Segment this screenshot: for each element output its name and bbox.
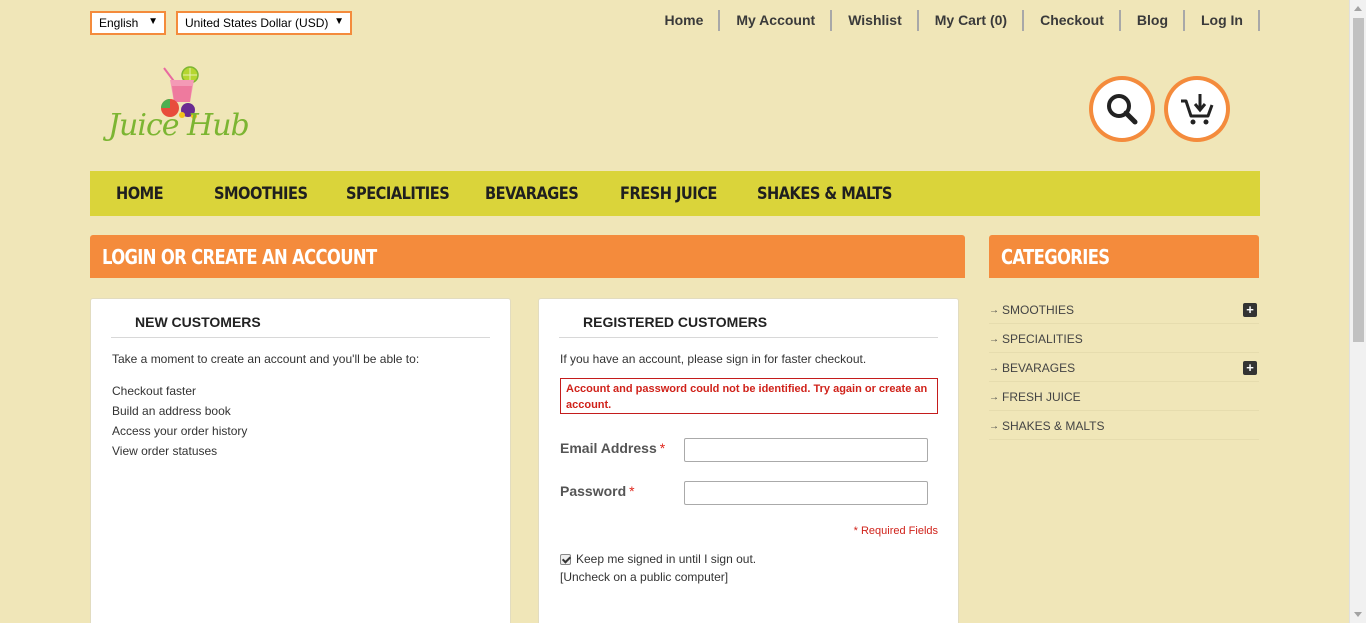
- password-label: Password *: [560, 483, 635, 499]
- top-link-my-account[interactable]: My Account: [720, 10, 833, 31]
- password-field[interactable]: [684, 481, 928, 505]
- scroll-down-icon[interactable]: [1354, 612, 1362, 617]
- new-customers-title: NEW CUSTOMERS: [111, 314, 490, 338]
- registered-customers-panel: REGISTERED CUSTOMERS If you have an acco…: [538, 298, 959, 623]
- benefits-list: Checkout faster Build an address book Ac…: [112, 381, 247, 461]
- new-customers-intro: Take a moment to create an account and y…: [112, 352, 420, 366]
- scroll-up-icon[interactable]: [1354, 6, 1362, 11]
- category-item-specialities[interactable]: → SPECIALITIES: [989, 324, 1259, 353]
- email-field[interactable]: [684, 438, 928, 462]
- search-button[interactable]: [1089, 76, 1155, 142]
- email-label-text: Email Address: [560, 440, 657, 456]
- top-link-home[interactable]: Home: [648, 10, 721, 31]
- required-marker: *: [629, 483, 635, 499]
- top-link-wishlist[interactable]: Wishlist: [832, 10, 919, 31]
- category-label: FRESH JUICE: [1002, 390, 1081, 404]
- language-value: English: [99, 16, 139, 30]
- arrow-right-icon: →: [989, 362, 999, 374]
- arrow-right-icon: →: [989, 333, 999, 345]
- category-item-smoothies[interactable]: → SMOOTHIES +: [989, 295, 1259, 324]
- category-label: SHAKES & MALTS: [1002, 419, 1105, 433]
- category-label: BEVARAGES: [1002, 361, 1076, 375]
- nav-fresh-juice[interactable]: FRESH JUICE: [620, 184, 717, 204]
- top-link-log-in[interactable]: Log In: [1185, 10, 1260, 31]
- page-scrollbar[interactable]: [1349, 0, 1366, 623]
- top-links: Home My Account Wishlist My Cart (0) Che…: [648, 10, 1260, 31]
- remember-me-checkbox[interactable]: [560, 553, 571, 565]
- search-icon: [1107, 94, 1138, 125]
- top-link-my-cart[interactable]: My Cart (0): [919, 10, 1025, 31]
- cart-download-icon: [1181, 94, 1214, 125]
- plus-icon[interactable]: +: [1243, 361, 1257, 375]
- categories-list: → SMOOTHIES + → SPECIALITIES → BEVARAGES…: [989, 295, 1259, 440]
- category-item-shakes-malts[interactable]: → SHAKES & MALTS: [989, 411, 1259, 440]
- currency-select[interactable]: United States Dollar (USD) ▼: [176, 11, 352, 35]
- page-title-text: LOGIN OR CREATE AN ACCOUNT: [102, 245, 377, 269]
- nav-specialities[interactable]: SPECIALITIES: [346, 184, 450, 204]
- arrow-right-icon: →: [989, 304, 999, 316]
- nav-bevarages[interactable]: BEVARAGES: [485, 184, 579, 204]
- arrow-right-icon: →: [989, 420, 999, 432]
- chevron-down-icon: ▼: [334, 16, 344, 27]
- nav-smoothies[interactable]: SMOOTHIES: [214, 184, 308, 204]
- nav-home[interactable]: HOME: [116, 184, 164, 204]
- remember-me-row: Keep me signed in until I sign out.: [560, 552, 756, 566]
- new-customers-panel: NEW CUSTOMERS Take a moment to create an…: [90, 298, 511, 623]
- public-computer-note: [Uncheck on a public computer]: [560, 570, 729, 584]
- list-item: View order statuses: [112, 444, 218, 458]
- password-label-text: Password: [560, 483, 627, 499]
- language-select[interactable]: English ▼: [90, 11, 166, 35]
- arrow-right-icon: →: [989, 391, 999, 403]
- main-nav: HOME SMOOTHIES SPECIALITIES BEVARAGES FR…: [90, 171, 1260, 216]
- logo-text: Juice Hub: [108, 108, 250, 143]
- email-label: Email Address *: [560, 440, 665, 456]
- chevron-down-icon: ▼: [148, 16, 158, 27]
- remember-me-label[interactable]: Keep me signed in until I sign out.: [576, 552, 756, 566]
- category-item-fresh-juice[interactable]: → FRESH JUICE: [989, 382, 1259, 411]
- category-item-bevarages[interactable]: → BEVARAGES +: [989, 353, 1259, 382]
- top-link-checkout[interactable]: Checkout: [1024, 10, 1121, 31]
- login-error-message: Account and password could not be identi…: [560, 378, 938, 414]
- list-item: Access your order history: [112, 424, 248, 438]
- scrollbar-thumb[interactable]: [1353, 18, 1364, 342]
- list-item: Build an address book: [112, 404, 231, 418]
- plus-icon[interactable]: +: [1243, 303, 1257, 317]
- registered-customers-title: REGISTERED CUSTOMERS: [559, 314, 938, 338]
- site-logo[interactable]: Juice Hub: [104, 60, 274, 160]
- nav-shakes-malts[interactable]: SHAKES & MALTS: [757, 184, 892, 204]
- required-marker: *: [659, 440, 666, 456]
- category-label: SPECIALITIES: [1002, 332, 1083, 346]
- top-link-blog[interactable]: Blog: [1121, 10, 1185, 31]
- registered-intro: If you have an account, please sign in f…: [560, 352, 867, 366]
- list-item: Checkout faster: [112, 384, 197, 398]
- categories-heading: CATEGORIES: [989, 235, 1259, 278]
- page-title: LOGIN OR CREATE AN ACCOUNT: [90, 235, 965, 278]
- categories-heading-text: CATEGORIES: [1001, 245, 1110, 269]
- required-fields-note: * Required Fields: [853, 525, 938, 537]
- cart-button[interactable]: [1164, 76, 1230, 142]
- category-label: SMOOTHIES: [1002, 303, 1075, 317]
- currency-value: United States Dollar (USD): [185, 16, 329, 30]
